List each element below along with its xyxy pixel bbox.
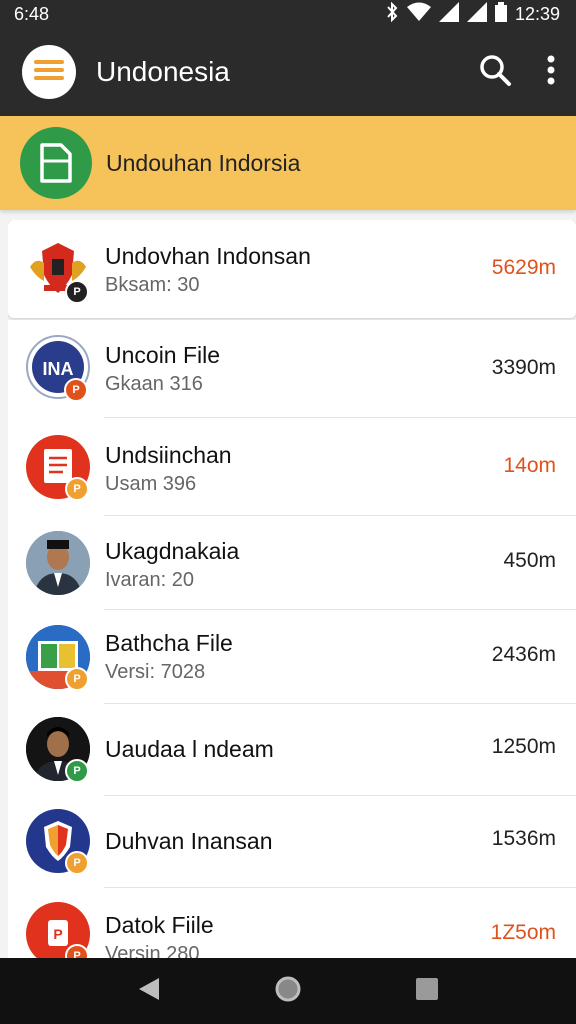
item-size: 1Z5om: [490, 921, 556, 944]
list-item[interactable]: P Bathcha File Versi: 7028 2436m: [8, 610, 576, 704]
file-icon: [20, 127, 92, 199]
file-list: P Undovhan Indonsan Bksam: 30 5629m INA …: [8, 220, 576, 960]
item-size: 2436m: [491, 643, 556, 666]
system-nav-bar: [0, 958, 576, 1024]
status-time-right: 12:39: [514, 3, 560, 24]
item-title: Ukagdnakaia: [105, 538, 240, 564]
recents-icon[interactable]: [415, 977, 439, 1006]
badge-icon: P: [65, 280, 89, 304]
item-texts: Uaudaa l ndeam: [105, 734, 274, 764]
item-texts: Undovhan Indonsan Bksam: 30: [105, 241, 311, 299]
more-vert-icon[interactable]: [546, 55, 556, 90]
item-title: Undovhan Indonsan: [105, 243, 311, 269]
bluetooth-icon: [385, 1, 399, 27]
item-size: 1536m: [491, 827, 556, 850]
banner[interactable]: Undouhan Indorsia: [0, 116, 576, 210]
list-item[interactable]: Ukagdnakaia Ivaran: 20 450m: [8, 516, 576, 610]
item-subtitle: Usam 396: [105, 473, 197, 495]
back-icon[interactable]: [137, 976, 161, 1007]
item-texts: Undsiinchan Usam 396: [105, 440, 232, 498]
badge-icon: P: [65, 851, 89, 875]
status-icons: 12:39: [385, 1, 560, 27]
item-size: 450m: [503, 549, 556, 572]
list-item[interactable]: P Undsiinchan Usam 396 14om: [8, 418, 576, 516]
item-title: Datok Fiile: [105, 912, 214, 938]
status-bar: 6:48 12:39: [0, 0, 576, 28]
list-item[interactable]: P Uaudaa l ndeam 1250m: [8, 704, 576, 796]
item-texts: Duhvan Inansan: [105, 826, 273, 856]
item-subtitle: Bksam: 30: [105, 274, 200, 296]
item-title: Uaudaa l ndeam: [105, 736, 274, 762]
badge-icon: P: [65, 759, 89, 783]
app-title: Undonesia: [96, 56, 230, 87]
search-icon[interactable]: [478, 53, 512, 92]
item-title: Bathcha File: [105, 630, 233, 656]
item-texts: Datok Fiile Versin 280: [105, 910, 214, 960]
list-item[interactable]: INA P Uncoin File Gkaan 316 3390m: [8, 320, 576, 418]
badge-icon: P: [64, 378, 88, 402]
badge-icon: P: [65, 667, 89, 691]
person-avatar: [26, 531, 90, 595]
battery-icon: [494, 1, 507, 27]
menu-button[interactable]: [22, 45, 76, 99]
item-title: Uncoin File: [105, 342, 221, 368]
item-subtitle: Ivaran: 20: [105, 569, 194, 591]
app-bar: Undonesia: [0, 28, 576, 116]
item-size: 3390m: [491, 356, 556, 379]
item-title: Undsiinchan: [105, 442, 232, 468]
item-subtitle: Versi: 7028: [105, 661, 206, 683]
status-time-left: 6:48: [14, 3, 50, 24]
item-size: 14om: [503, 454, 556, 477]
item-size: 5629m: [491, 256, 556, 279]
item-title: Duhvan Inansan: [105, 828, 273, 854]
app-actions: [478, 53, 556, 92]
list-item[interactable]: P Undovhan Indonsan Bksam: 30 5629m: [8, 220, 576, 318]
svg-text:INA: INA: [43, 359, 74, 379]
svg-text:P: P: [53, 926, 62, 942]
home-icon[interactable]: [274, 975, 302, 1008]
banner-label: Undouhan Indorsia: [106, 149, 301, 176]
item-texts: Bathcha File Versi: 7028: [105, 628, 233, 686]
item-subtitle: Gkaan 316: [105, 373, 203, 395]
list-item[interactable]: P Duhvan Inansan 1536m: [8, 796, 576, 888]
signal-icon-2: [466, 1, 487, 27]
item-texts: Ukagdnakaia Ivaran: 20: [105, 536, 239, 594]
hamburger-icon: [34, 58, 64, 87]
item-texts: Uncoin File Gkaan 316: [105, 340, 220, 398]
item-subtitle: Versin 280: [105, 943, 200, 960]
signal-icon: [438, 1, 459, 27]
wifi-icon: [406, 2, 431, 27]
item-size: 1250m: [491, 735, 556, 758]
badge-icon: P: [65, 477, 89, 501]
list-item[interactable]: P P Datok Fiile Versin 280 1Z5om: [8, 888, 576, 960]
